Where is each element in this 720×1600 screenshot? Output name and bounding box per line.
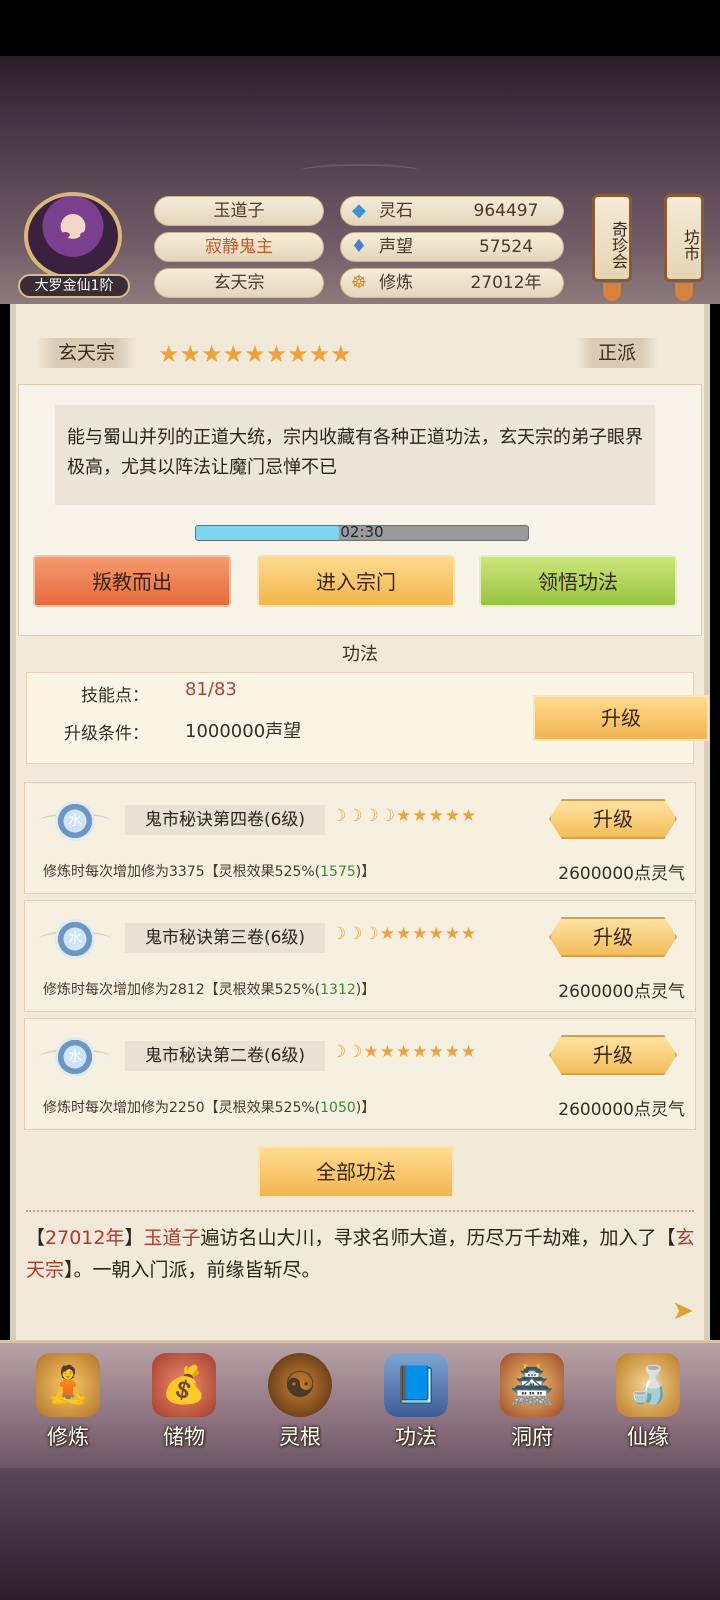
star-icon: ★★★★★ xyxy=(395,806,478,826)
timer-progress: 02:30 xyxy=(195,523,529,541)
cloud-ornament xyxy=(300,164,420,178)
skill-points-value: 81/83 xyxy=(185,679,237,700)
techniques-section-title: 功法 xyxy=(342,644,378,665)
technique-cost: 2600000点灵气 xyxy=(558,864,685,884)
moon-icon: ☽☽☽ xyxy=(331,924,380,944)
sect-name: 玄天宗 xyxy=(36,338,138,368)
leave-sect-button[interactable]: 叛教而出 xyxy=(33,555,231,607)
technique-level: ☽☽☽★★★★★★ xyxy=(331,924,477,944)
treasure-auction-button[interactable]: 奇珍会 xyxy=(592,194,632,301)
upgrade-condition-value: 1000000声望 xyxy=(185,721,302,742)
technique-card: 水 鬼市秘诀第三卷(6级) ☽☽☽★★★★★★ 升级 修炼时每次增加修为2812… xyxy=(24,900,696,1012)
technique-cost: 2600000点灵气 xyxy=(558,1100,685,1120)
avatar-area[interactable]: 大罗金仙1阶 xyxy=(18,192,130,298)
technique-name: 鬼市秘诀第二卷(6级) xyxy=(125,1041,325,1071)
status-bar xyxy=(0,0,720,56)
technique-name: 鬼市秘诀第三卷(6级) xyxy=(125,923,325,953)
technique-card: 水 鬼市秘诀第二卷(6级) ☽☽★★★★★★★ 升级 修炼时每次增加修为2250… xyxy=(24,1018,696,1130)
timer-label: 02:30 xyxy=(340,523,384,541)
technique-upgrade-button[interactable]: 升级 xyxy=(549,917,677,957)
technique-level: ☽☽★★★★★★★ xyxy=(331,1042,477,1062)
spirit-stone-icon: ◆ xyxy=(352,200,366,221)
sect-description-box: 能与蜀山并列的正道大统，宗内收藏有各种正道功法，玄天宗的弟子眼界极高，尤其以阵法… xyxy=(18,384,702,636)
skill-points-box: 技能点： 81/83 升级条件： 1000000声望 升级 xyxy=(26,672,709,764)
player-header: 大罗金仙1阶 玉道子 寂静鬼主 玄天宗 ◆ 灵石 964497 ♦ 声望 575… xyxy=(0,186,720,304)
storage-bag-icon: 💰 xyxy=(152,1353,216,1417)
sect-stars: ★★★★★★★★★ xyxy=(158,340,352,368)
water-element-icon: 水 xyxy=(55,801,95,841)
moon-icon: ☽☽ xyxy=(331,1042,364,1062)
fortune-gourd-icon: 🍶 xyxy=(616,1353,680,1417)
technique-upgrade-button[interactable]: 升级 xyxy=(549,1035,677,1075)
cultivate-icon: 🧘 xyxy=(36,1353,100,1417)
technique-name: 鬼市秘诀第四卷(6级) xyxy=(125,805,325,835)
resource-prestige: ♦ 声望 57524 xyxy=(340,232,564,262)
technique-book-icon: 📘 xyxy=(384,1353,448,1417)
upgrade-skill-points-button[interactable]: 升级 xyxy=(533,695,709,741)
cave-house-icon: 🏯 xyxy=(500,1353,564,1417)
top-background xyxy=(0,56,720,186)
nav-cultivate[interactable]: 🧘 修炼 xyxy=(18,1351,118,1463)
technique-cost: 2600000点灵气 xyxy=(558,982,685,1002)
player-sect: 玄天宗 xyxy=(154,268,324,298)
spirit-root-icon: ☯ xyxy=(268,1353,332,1417)
technique-description: 修炼时每次增加修为2812【灵根效果525%(1312)】 xyxy=(43,982,376,998)
nav-cave-house[interactable]: 🏯 洞府 xyxy=(482,1351,582,1463)
resource-spirit-stone: ◆ 灵石 964497 xyxy=(340,196,564,226)
bottom-nav: 🧘 修炼 💰 储物 ☯ 灵根 📘 功法 🏯 洞府 🍶 仙缘 xyxy=(0,1340,720,1468)
sect-header: 玄天宗 ★★★★★★★★★ 正派 xyxy=(36,338,686,372)
player-name: 玉道子 xyxy=(154,196,324,226)
next-arrow-icon[interactable]: ➤ xyxy=(672,1296,694,1326)
star-icon: ★★★★★★ xyxy=(379,924,478,944)
prestige-icon: ♦ xyxy=(350,236,368,257)
player-title[interactable]: 寂静鬼主 xyxy=(154,232,324,262)
enter-sect-button[interactable]: 进入宗门 xyxy=(257,555,455,607)
technique-description: 修炼时每次增加修为2250【灵根效果525%(1050)】 xyxy=(43,1100,376,1116)
bottom-background xyxy=(0,1468,720,1600)
moon-icon: ☽☽☽☽ xyxy=(331,806,396,826)
story-log: 【27012年】玉道子遍访名山大川，寻求名师大道，历尽万千劫难，加入了【玄天宗】… xyxy=(26,1227,695,1281)
star-icon: ★★★★★★★ xyxy=(363,1042,478,1062)
learn-technique-button[interactable]: 领悟功法 xyxy=(479,555,677,607)
technique-upgrade-button[interactable]: 升级 xyxy=(549,799,677,839)
water-element-icon: 水 xyxy=(55,1037,95,1077)
technique-description: 修炼时每次增加修为3375【灵根效果525%(1575)】 xyxy=(43,864,376,880)
skill-points-label: 技能点： xyxy=(81,686,149,706)
technique-card: 水 鬼市秘诀第四卷(6级) ☽☽☽☽★★★★★ 升级 修炼时每次增加修为3375… xyxy=(24,782,696,894)
nav-fortune[interactable]: 🍶 仙缘 xyxy=(598,1351,698,1463)
resource-cultivation: ☸ 修炼 27012年 xyxy=(340,268,564,298)
divider xyxy=(26,1210,694,1212)
nav-spirit-root[interactable]: ☯ 灵根 xyxy=(250,1351,350,1463)
sect-description: 能与蜀山并列的正道大统，宗内收藏有各种正道功法，玄天宗的弟子眼界极高，尤其以阵法… xyxy=(55,405,655,505)
sect-alignment: 正派 xyxy=(576,338,659,368)
all-techniques-button[interactable]: 全部功法 xyxy=(258,1146,454,1198)
technique-level: ☽☽☽☽★★★★★ xyxy=(331,806,477,826)
market-button[interactable]: 坊市 xyxy=(664,194,704,301)
nav-storage[interactable]: 💰 储物 xyxy=(134,1351,234,1463)
avatar[interactable] xyxy=(24,192,122,280)
upgrade-condition-label: 升级条件： xyxy=(64,724,149,744)
cultivation-icon: ☸ xyxy=(350,272,368,293)
nav-techniques[interactable]: 📘 功法 xyxy=(366,1351,466,1463)
water-element-icon: 水 xyxy=(55,919,95,959)
rank-badge: 大罗金仙1阶 xyxy=(18,274,130,298)
